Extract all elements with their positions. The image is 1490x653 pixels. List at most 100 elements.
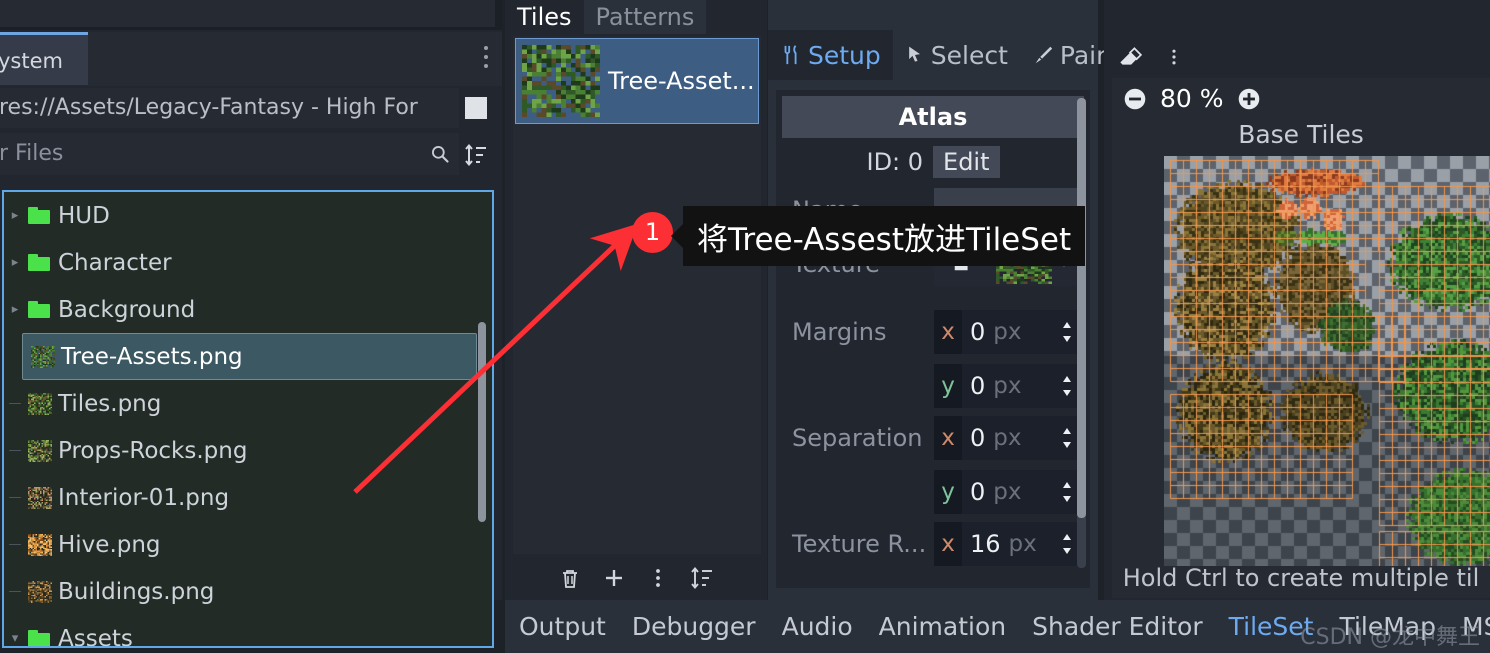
- property-field[interactable]: x 16 px: [934, 522, 1084, 566]
- spinner-icon[interactable]: [1060, 320, 1074, 344]
- property-field[interactable]: y 0 px: [934, 364, 1084, 408]
- mode-button-setup[interactable]: Setup: [768, 30, 893, 80]
- chevron-icon[interactable]: ▸: [4, 255, 26, 270]
- tree-item-label: Assets: [58, 625, 133, 648]
- eraser-icon[interactable]: [1116, 44, 1142, 70]
- tree-file-row[interactable]: — Props-Rocks.png: [4, 427, 492, 474]
- tiles-panel: Tiles Patterns Tree-Asset...: [505, 0, 767, 600]
- tree-file-row[interactable]: — Interior-01.png: [4, 474, 492, 521]
- bottom-tab-shader-editor[interactable]: Shader Editor: [1032, 612, 1203, 641]
- folder-icon: [28, 629, 52, 646]
- file-thumbnail-icon: [28, 486, 52, 509]
- preview-toolbar: [1104, 34, 1184, 80]
- property-unit: px: [993, 479, 1022, 505]
- folder-icon: [28, 253, 52, 272]
- spinner-icon[interactable]: [1060, 374, 1074, 398]
- brush-icon: [1032, 44, 1054, 66]
- tree-item-label: Tiles.png: [58, 390, 162, 417]
- dock-top-strip-inner: [0, 0, 495, 27]
- zoom-out-icon[interactable]: [1122, 86, 1148, 112]
- chevron-icon[interactable]: ▾: [4, 631, 26, 646]
- sort-icon[interactable]: [690, 566, 714, 590]
- more-menu-icon[interactable]: [1164, 44, 1184, 70]
- atlas-texture-canvas[interactable]: [1164, 156, 1490, 566]
- property-field[interactable]: x 0 px: [934, 416, 1084, 460]
- property-field[interactable]: y 0 px: [934, 470, 1084, 514]
- more-menu-icon[interactable]: [646, 566, 670, 590]
- property-value[interactable]: 0: [962, 478, 985, 506]
- axis-x-label: x: [934, 310, 962, 354]
- tab-filesystem[interactable]: ystem: [0, 32, 88, 85]
- property-row: Separation x 0 px: [782, 414, 1084, 462]
- property-row: Texture R... x 16 px: [782, 520, 1084, 568]
- property-value[interactable]: 0: [962, 318, 985, 346]
- tree-item-label: Buildings.png: [58, 578, 215, 605]
- path-thumbnail: [465, 97, 487, 119]
- spinner-icon[interactable]: [1060, 532, 1074, 556]
- path-field[interactable]: res://Assets/Legacy-Fantasy - High For: [0, 88, 459, 128]
- source-thumbnail-icon: [522, 45, 600, 117]
- bottom-tab-debugger[interactable]: Debugger: [632, 612, 756, 641]
- chevron-icon[interactable]: ▸: [4, 208, 26, 223]
- tree-file-row[interactable]: — Tiles.png: [4, 380, 492, 427]
- tree-folder-row[interactable]: ▸ Background: [4, 286, 492, 333]
- chevron-icon[interactable]: ▸: [4, 302, 26, 317]
- tree-branch-line: —: [8, 396, 22, 411]
- cursor-icon: [905, 44, 925, 66]
- atlas-inspector-column: SetupSelectPaint Atlas ID: 0 Edit NameTe…: [768, 0, 1122, 600]
- search-icon[interactable]: [430, 144, 450, 164]
- bottom-tab-output[interactable]: Output: [519, 612, 606, 641]
- filter-files-input[interactable]: r Files: [0, 133, 459, 175]
- atlas-texture-preview[interactable]: [1164, 156, 1490, 566]
- tree-file-row[interactable]: Tree-Assets.png: [22, 333, 477, 380]
- tree-branch-line: —: [8, 537, 22, 552]
- folder-icon: [28, 206, 52, 225]
- bottom-panel-tabbar: Output Debugger Audio Animation Shader Edito…: [505, 600, 1490, 653]
- property-unit: px: [993, 373, 1022, 399]
- tree-folder-row[interactable]: ▾ Assets: [4, 615, 492, 648]
- spinner-icon[interactable]: [1060, 480, 1074, 504]
- tree-file-row[interactable]: — Hive.png: [4, 521, 492, 568]
- preview-body: 80 % Base Tiles Hold Ctrl to create mult…: [1112, 78, 1490, 598]
- add-icon[interactable]: [602, 566, 626, 590]
- tree-folder-row[interactable]: ▸ HUD: [4, 192, 492, 239]
- atlas-edit-button[interactable]: Edit: [933, 146, 1000, 178]
- bottom-tab-animation[interactable]: Animation: [879, 612, 1006, 641]
- godot-tileset-editor-window: ystem res://Assets/Legacy-Fantasy - High…: [0, 0, 1490, 653]
- property-label: Separation: [792, 424, 923, 452]
- tiles-source-list[interactable]: Tree-Asset...: [513, 36, 761, 554]
- spinner-icon[interactable]: [1060, 426, 1074, 450]
- filesystem-path-row: res://Assets/Legacy-Fantasy - High For: [0, 88, 502, 128]
- tools-icon: [780, 44, 802, 66]
- tab-patterns[interactable]: Patterns: [583, 0, 707, 34]
- delete-icon[interactable]: [558, 566, 582, 590]
- axis-y-label: y: [934, 364, 962, 408]
- mode-button-select[interactable]: Select: [893, 30, 1020, 80]
- filesystem-scrollbar[interactable]: [478, 322, 486, 522]
- sort-icon[interactable]: [464, 143, 488, 167]
- preview-hint-text: Hold Ctrl to create multiple til: [1122, 564, 1480, 592]
- property-value[interactable]: 0: [962, 424, 985, 452]
- tileset-source-item[interactable]: Tree-Asset...: [515, 38, 759, 124]
- atlas-scrollbar[interactable]: [1077, 98, 1086, 568]
- tree-folder-row[interactable]: ▸ Character: [4, 239, 492, 286]
- property-unit: px: [1008, 531, 1037, 557]
- filesystem-tabbar: ystem: [0, 32, 502, 86]
- file-thumbnail-icon: [28, 580, 52, 603]
- property-unit: px: [993, 425, 1022, 451]
- mode-button-label: Setup: [808, 40, 881, 70]
- tiles-tabbar: Tiles Patterns: [505, 0, 707, 34]
- tree-item-label: Character: [58, 249, 172, 276]
- tree-file-row[interactable]: — Buildings.png: [4, 568, 492, 615]
- bottom-tab-audio[interactable]: Audio: [782, 612, 853, 641]
- tab-tiles[interactable]: Tiles: [505, 0, 584, 34]
- property-field[interactable]: x 0 px: [934, 310, 1084, 354]
- zoom-in-icon[interactable]: [1236, 86, 1262, 112]
- property-value[interactable]: 0: [962, 372, 985, 400]
- filesystem-tree[interactable]: ▸ HUD ▸ Character ▸ Background Tree-Assets.png…: [2, 190, 494, 648]
- base-tiles-title: Base Tiles: [1238, 120, 1364, 149]
- property-value[interactable]: 16: [962, 530, 1001, 558]
- property-unit: px: [993, 319, 1022, 345]
- tree-item-label: Interior-01.png: [58, 484, 230, 511]
- filesystem-more-menu-icon[interactable]: [484, 46, 490, 72]
